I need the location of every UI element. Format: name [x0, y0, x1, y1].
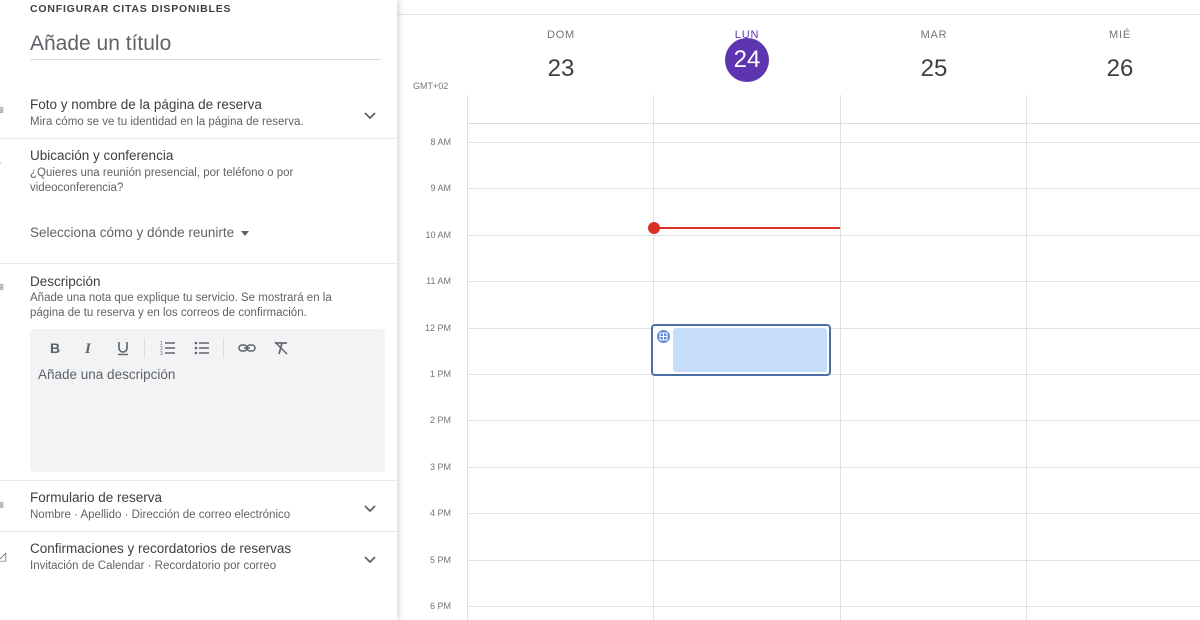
event-body[interactable] [673, 328, 827, 372]
title-input[interactable] [30, 28, 381, 60]
hour-gridline [467, 142, 1200, 143]
hour-label: 12 PM [424, 323, 451, 333]
hour-gridline [467, 513, 1200, 514]
appointment-settings-panel: CONFIGURAR CITAS DISPONIBLES ≡ Foto y no… [0, 0, 397, 620]
confirmations-subtitle: Invitación de Calendar · Recordatorio po… [30, 560, 277, 572]
bulleted-list-icon[interactable] [191, 337, 213, 359]
day-number[interactable]: 25 [841, 47, 1027, 91]
hour-gridline [467, 606, 1200, 607]
column-divider [840, 95, 841, 620]
column-divider [467, 95, 468, 620]
location-subtitle-1: ¿Quieres una reunión presencial, por tel… [30, 167, 294, 179]
day-header-mon[interactable]: LUN 24 [654, 29, 840, 82]
hour-gridline [467, 374, 1200, 375]
hour-label: 1 PM [429, 369, 451, 379]
italic-icon[interactable]: I [78, 337, 100, 359]
week-calendar: DOM 23 LUN 24 MAR 25 MIÉ 26 GMT+02 8 AM 9… [397, 0, 1200, 620]
notes-icon: ≡ [0, 103, 5, 117]
reminder-icon: ◿ [0, 549, 7, 563]
hour-gridline [467, 467, 1200, 468]
confirmations-title: Confirmaciones y recordatorios de reserv… [30, 541, 292, 556]
hour-label: 11 AM [426, 276, 451, 286]
toolbar-separator [144, 338, 145, 358]
hour-gridline [467, 328, 1200, 329]
location-title: Ubicación y conferencia [30, 148, 174, 163]
timezone-label: GMT+02 [413, 81, 449, 91]
hour-gridline [467, 281, 1200, 282]
hour-gridline [467, 235, 1200, 236]
link-icon[interactable] [236, 337, 258, 359]
day-name: MAR [920, 29, 948, 41]
panel-header: CONFIGURAR CITAS DISPONIBLES [30, 3, 232, 15]
all-day-divider [467, 123, 1200, 124]
current-time-dot [648, 222, 660, 234]
location-select-label: Selecciona cómo y dónde reunirte [30, 225, 235, 240]
hour-label: 10 AM [425, 230, 451, 240]
description-icon: ≡ [0, 280, 5, 294]
day-header-wed[interactable]: MIÉ 26 [1027, 29, 1200, 91]
hour-label: 6 PM [429, 601, 451, 611]
calendar-top-border [397, 14, 1200, 15]
booking-page-title: Foto y nombre de la página de reserva [30, 97, 262, 112]
form-icon: ≡ [0, 498, 5, 512]
booking-page-subtitle: Mira cómo se ve tu identidad en la págin… [30, 116, 304, 128]
svg-text:B: B [50, 340, 60, 356]
description-editor[interactable]: B I 123 Añade una descripción [30, 329, 385, 472]
location-select[interactable]: Selecciona cómo y dónde reunirte [30, 225, 250, 240]
hour-label: 3 PM [429, 462, 451, 472]
hour-label: 8 AM [430, 137, 451, 147]
editor-toolbar: B I 123 [44, 337, 304, 359]
bold-icon[interactable]: B [44, 337, 66, 359]
hour-label: 4 PM [429, 508, 451, 518]
day-number[interactable]: 26 [1027, 47, 1200, 91]
hour-label: 5 PM [429, 555, 451, 565]
column-divider [1026, 95, 1027, 620]
numbered-list-icon[interactable]: 123 [157, 337, 179, 359]
hour-gridline [467, 560, 1200, 561]
hour-gridline [467, 188, 1200, 189]
chevron-down-icon[interactable] [362, 107, 378, 123]
divider [0, 531, 397, 532]
day-name: DOM [546, 29, 576, 41]
chevron-down-icon[interactable] [362, 551, 378, 567]
location-icon: ) [0, 156, 9, 168]
description-title: Descripción [30, 274, 101, 289]
hour-label: 2 PM [429, 415, 451, 425]
day-number[interactable]: 23 [468, 47, 654, 91]
appointment-grid-icon [657, 330, 670, 343]
day-name: MIÉ [1109, 29, 1131, 41]
hour-gridline [467, 420, 1200, 421]
divider [0, 138, 397, 139]
location-subtitle-2: videoconferencia? [30, 182, 124, 194]
appointment-slot-event[interactable] [651, 324, 831, 376]
description-placeholder: Añade una descripción [38, 367, 176, 382]
day-header-sun[interactable]: DOM 23 [468, 29, 654, 91]
clear-format-icon[interactable] [270, 337, 292, 359]
form-subtitle: Nombre · Apellido · Dirección de correo … [30, 509, 291, 521]
underline-icon[interactable] [112, 337, 134, 359]
current-time-line [654, 227, 840, 229]
dropdown-caret-icon [241, 230, 250, 236]
divider [0, 263, 397, 264]
divider [0, 480, 397, 481]
toolbar-separator [223, 338, 224, 358]
description-subtitle-2: página de tu reserva y en los correos de… [30, 307, 307, 319]
form-title: Formulario de reserva [30, 490, 163, 505]
day-header-tue[interactable]: MAR 25 [841, 29, 1027, 91]
hour-label: 9 AM [430, 183, 451, 193]
svg-text:I: I [84, 341, 92, 356]
chevron-down-icon[interactable] [362, 500, 378, 516]
today-date-badge[interactable]: 24 [725, 38, 769, 82]
description-subtitle-1: Añade una nota que explique tu servicio.… [30, 292, 332, 304]
svg-text:3: 3 [160, 351, 163, 356]
